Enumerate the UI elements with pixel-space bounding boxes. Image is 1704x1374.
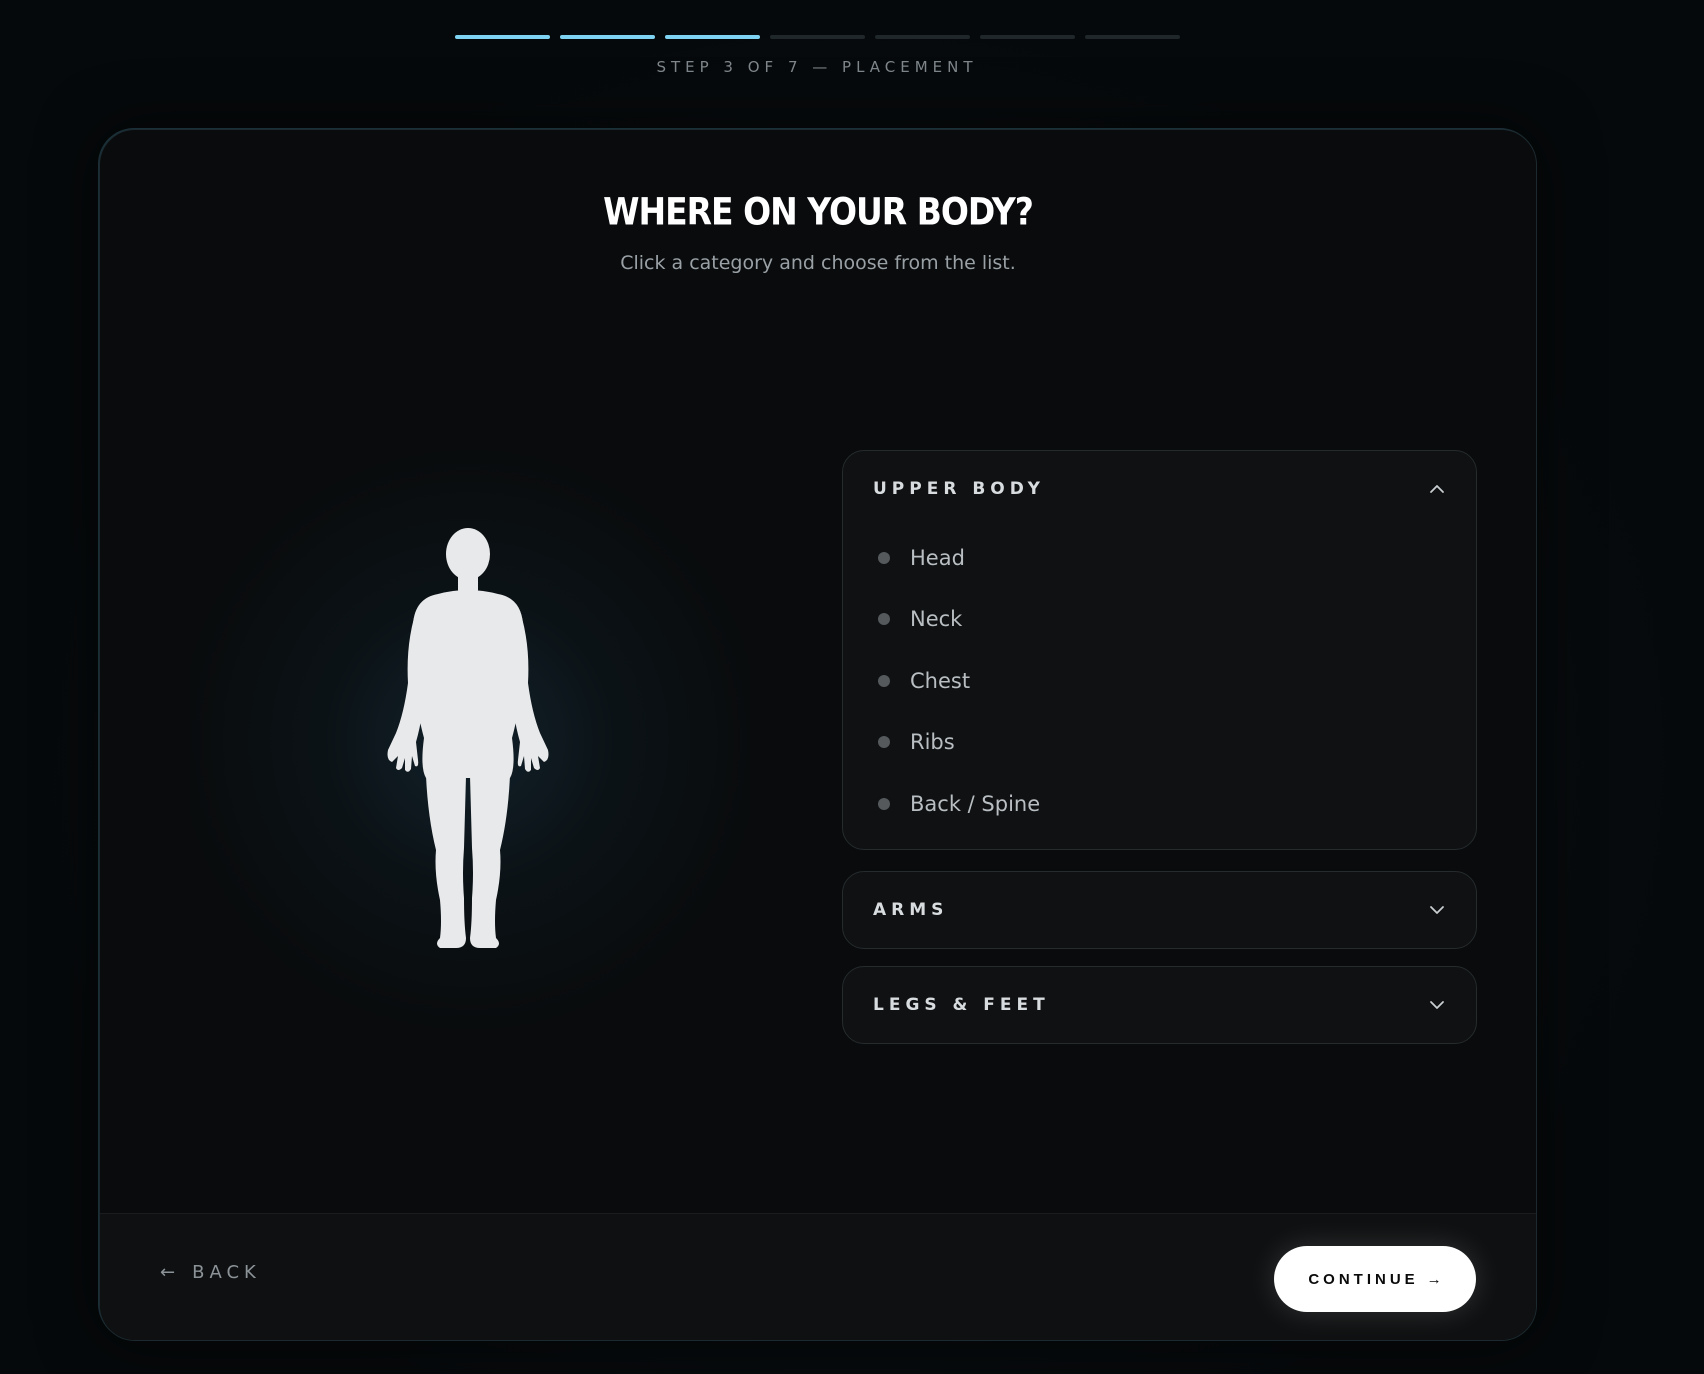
accordion-arms: ARMS [842, 871, 1477, 949]
chevron-down-icon [1430, 906, 1444, 914]
chevron-up-icon [1430, 485, 1444, 493]
radio-dot [878, 551, 890, 564]
card-footer: ← BACK CONTINUE → [100, 1213, 1536, 1340]
list-item-label: Head [910, 545, 965, 570]
progress-segment [665, 35, 760, 39]
list-item-label: Back / Spine [910, 791, 1041, 816]
step-label: STEP 3 OF 7 — PLACEMENT [656, 58, 978, 76]
list-item-label: Ribs [910, 730, 955, 755]
accordion-upper-body: UPPER BODY Head Neck Chest Ribs Back / S… [842, 450, 1477, 850]
radio-dot [878, 674, 890, 687]
progress-segment [770, 35, 865, 39]
radio-dot [878, 613, 890, 626]
list-item-back-spine[interactable]: Back / Spine [878, 773, 1446, 835]
accordion-title: ARMS [873, 900, 949, 920]
radio-dot [878, 797, 890, 810]
page: STEP 3 OF 7 — PLACEMENT WHERE ON YOUR BO… [0, 0, 1704, 1374]
progress-segment [1085, 35, 1180, 39]
progress-segment [875, 35, 970, 39]
arrow-right-icon: → [1426, 1270, 1442, 1288]
arrow-left-icon: ← [160, 1262, 181, 1283]
accordion-header-legs-feet[interactable]: LEGS & FEET [843, 967, 1476, 1043]
upper-body-list: Head Neck Chest Ribs Back / Spine [843, 527, 1476, 849]
body-figure-area [190, 420, 750, 1060]
list-item-ribs[interactable]: Ribs [878, 712, 1446, 774]
list-item-head[interactable]: Head [878, 527, 1446, 589]
radio-dot [878, 736, 890, 749]
progress-bar [455, 35, 1180, 39]
accordion-header-upper-body[interactable]: UPPER BODY [843, 451, 1476, 527]
back-button[interactable]: ← BACK [160, 1262, 261, 1283]
accordion-legs-feet: LEGS & FEET [842, 966, 1477, 1044]
list-item-label: Neck [910, 607, 963, 632]
continue-label: CONTINUE [1308, 1270, 1419, 1288]
back-label: BACK [192, 1262, 261, 1283]
continue-button[interactable]: CONTINUE → [1274, 1246, 1476, 1312]
progress-segment [980, 35, 1075, 39]
chevron-down-icon [1430, 1001, 1444, 1009]
progress-segment [560, 35, 655, 39]
placement-card: WHERE ON YOUR BODY? Click a category and… [99, 129, 1537, 1341]
list-item-label: Chest [910, 668, 971, 693]
accordion-title: UPPER BODY [873, 479, 1045, 499]
list-item-neck[interactable]: Neck [878, 589, 1446, 651]
page-title: WHERE ON YOUR BODY? [603, 189, 1034, 234]
list-item-chest[interactable]: Chest [878, 650, 1446, 712]
accordion-header-arms[interactable]: ARMS [843, 872, 1476, 948]
body-silhouette-icon [387, 528, 549, 948]
progress-segment [455, 35, 550, 39]
accordion-title: LEGS & FEET [873, 995, 1050, 1015]
page-subtitle: Click a category and choose from the lis… [620, 252, 1016, 274]
